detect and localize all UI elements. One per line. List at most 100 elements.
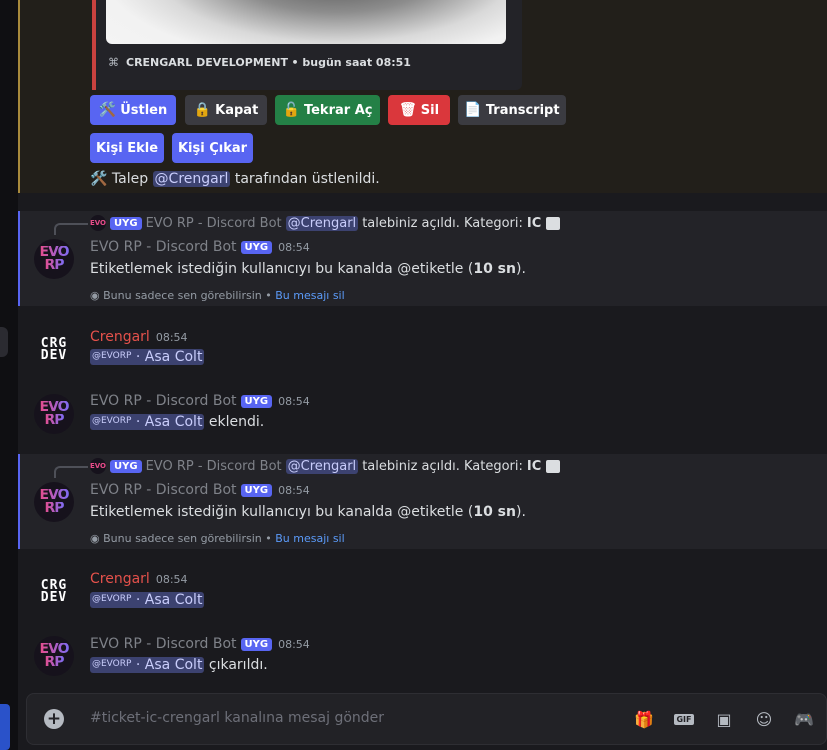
footer-logo-icon: ⌘ (108, 56, 119, 69)
transcript-button[interactable]: 📄 Transcript (458, 95, 566, 125)
gif-button[interactable]: GIF (673, 708, 695, 730)
reply-spine (54, 223, 88, 235)
text-pre: Etiketlemek istediğin kullanıcıyı bu kan… (90, 504, 474, 520)
message-text: @EVORP · Asa Colt (90, 592, 205, 608)
reply-author: EVO RP - Discord Bot (145, 458, 282, 474)
lock-icon: 🔒 (193, 102, 212, 118)
app-tag: UYG (240, 638, 273, 651)
timestamp: 08:54 (278, 484, 310, 497)
collapse-handle[interactable] (0, 327, 8, 357)
tools-icon: 🛠️ (98, 102, 117, 118)
close-button[interactable]: 🔒 Kapat (185, 95, 267, 125)
message-text: @EVORP · Asa Colt (90, 349, 205, 365)
message-text: Etiketlemek istediğin kullanıcıyı bu kan… (90, 504, 526, 520)
message-suffix: eklendi. (208, 414, 265, 430)
mention-name: · Asa Colt (135, 414, 203, 430)
timestamp: 08:54 (278, 395, 310, 408)
author-name[interactable]: Crengarl (90, 571, 150, 587)
timestamp: 08:54 (155, 331, 188, 344)
eye-icon: ◉ (90, 289, 100, 302)
gift-icon[interactable]: 🎁 (633, 708, 655, 730)
add-person-label: Kişi Ekle (95, 140, 159, 156)
reply-preview[interactable]: EVO UYG EVO RP - Discord Bot @Crengarl t… (90, 215, 561, 231)
claim-button[interactable]: 🛠️ Üstlen (90, 95, 176, 125)
reopen-button-label: Tekrar Aç (303, 102, 373, 118)
role-mention[interactable]: @EVORP · Asa Colt (90, 349, 205, 365)
ephemeral-bar (18, 454, 20, 549)
sticker-icon[interactable]: ▣ (713, 708, 735, 730)
message-header: Crengarl 08:54 (90, 329, 188, 345)
reply-preview[interactable]: EVO UYG EVO RP - Discord Bot @Crengarl t… (90, 458, 561, 474)
avatar[interactable]: EVO RP (34, 239, 74, 279)
document-icon: 📄 (464, 102, 482, 118)
reply-category: IC (526, 215, 542, 231)
app-tag: UYG (240, 484, 273, 497)
image-icon (546, 459, 561, 473)
reopen-button[interactable]: 🔓 Tekrar Aç (275, 95, 380, 125)
ephemeral-bar (18, 211, 20, 306)
activities-icon[interactable]: 🎮 (793, 708, 815, 730)
delete-button-label: Sil (420, 102, 440, 118)
remove-person-button[interactable]: Kişi Çıkar (172, 133, 253, 163)
dismiss-link[interactable]: Bu mesajı sil (275, 532, 344, 545)
add-person-button[interactable]: Kişi Ekle (90, 133, 164, 163)
message-header: EVO RP - Discord Bot UYG 08:54 (90, 239, 310, 255)
embed-color-bar (92, 0, 96, 90)
eye-icon: ◉ (90, 532, 100, 545)
user-mention[interactable]: @Crengarl (152, 171, 231, 187)
reply-avatar: EVO (90, 458, 106, 474)
claim-suffix: tarafından üstlenildi. (234, 171, 380, 187)
reply-category: IC (526, 458, 542, 474)
role-mention[interactable]: @EVORP · Asa Colt (90, 414, 205, 430)
ephemeral-note: ◉ Bunu sadece sen görebilirsin • Bu mesa… (90, 532, 345, 545)
mention-tag: @EVORP (92, 351, 132, 361)
text-bold: 10 sn (473, 504, 516, 520)
claim-line: 🛠️ Talep @Crengarl tarafından üstlenildi… (90, 171, 380, 187)
avatar[interactable]: CRG DEV (34, 572, 74, 612)
image-icon (546, 216, 561, 230)
ephemeral-note-text: Bunu sadece sen görebilirsin • (103, 289, 272, 302)
avatar-text-2: RP (44, 654, 64, 670)
reply-author: EVO RP - Discord Bot (145, 215, 282, 231)
author-name[interactable]: EVO RP - Discord Bot (90, 393, 237, 409)
role-mention[interactable]: @EVORP · Asa Colt (90, 592, 205, 608)
message-text: @EVORP · Asa Colt eklendi. (90, 414, 264, 430)
avatar[interactable]: EVO RP (34, 482, 74, 522)
trash-icon: 🗑 (398, 102, 417, 118)
avatar[interactable]: EVO RP (34, 394, 74, 434)
embed-footer-author: CRENGARL DEVELOPMENT (126, 56, 288, 69)
text-bold: 10 sn (473, 261, 516, 277)
delete-button[interactable]: 🗑 Sil (388, 95, 450, 125)
avatar[interactable]: CRG DEV (34, 330, 74, 370)
dismiss-link[interactable]: Bu mesajı sil (275, 289, 344, 302)
author-name[interactable]: EVO RP - Discord Bot (90, 482, 237, 498)
avatar-text-2: DEV (40, 590, 68, 605)
reply-mention: @Crengarl (285, 458, 359, 474)
mention-tag: @EVORP (92, 416, 132, 426)
message-header: EVO RP - Discord Bot UYG 08:54 (90, 636, 310, 652)
message-header: EVO RP - Discord Bot UYG 08:54 (90, 482, 310, 498)
text-post: ). (515, 261, 526, 277)
author-name[interactable]: EVO RP - Discord Bot (90, 239, 237, 255)
author-name[interactable]: Crengarl (90, 329, 150, 345)
avatar[interactable]: EVO RP (34, 636, 74, 676)
avatar-text-2: DEV (40, 348, 68, 363)
message-input[interactable]: #ticket-ic-crengarl kanalına mesaj gönde… (90, 710, 384, 726)
mention-tag: @EVORP (92, 594, 132, 604)
role-mention[interactable]: @EVORP · Asa Colt (90, 657, 205, 673)
remove-person-label: Kişi Çıkar (177, 140, 248, 156)
timestamp: 08:54 (278, 638, 310, 651)
author-name[interactable]: EVO RP - Discord Bot (90, 636, 237, 652)
emoji-icon[interactable]: ☺ (753, 708, 775, 730)
timestamp: 08:54 (278, 241, 310, 254)
timestamp: 08:54 (155, 573, 188, 586)
server-indicator[interactable] (0, 704, 10, 750)
embed-footer-time: • bugün saat 08:51 (291, 56, 411, 69)
app-tag: UYG (110, 216, 142, 230)
add-attachment-button[interactable]: + (44, 709, 64, 729)
embed-image[interactable] (106, 0, 506, 44)
app-tag: UYG (240, 395, 273, 408)
message-suffix: çıkarıldı. (208, 657, 268, 673)
message-text: Etiketlemek istediğin kullanıcıyı bu kan… (90, 261, 526, 277)
mention-tag: @EVORP (92, 659, 132, 669)
